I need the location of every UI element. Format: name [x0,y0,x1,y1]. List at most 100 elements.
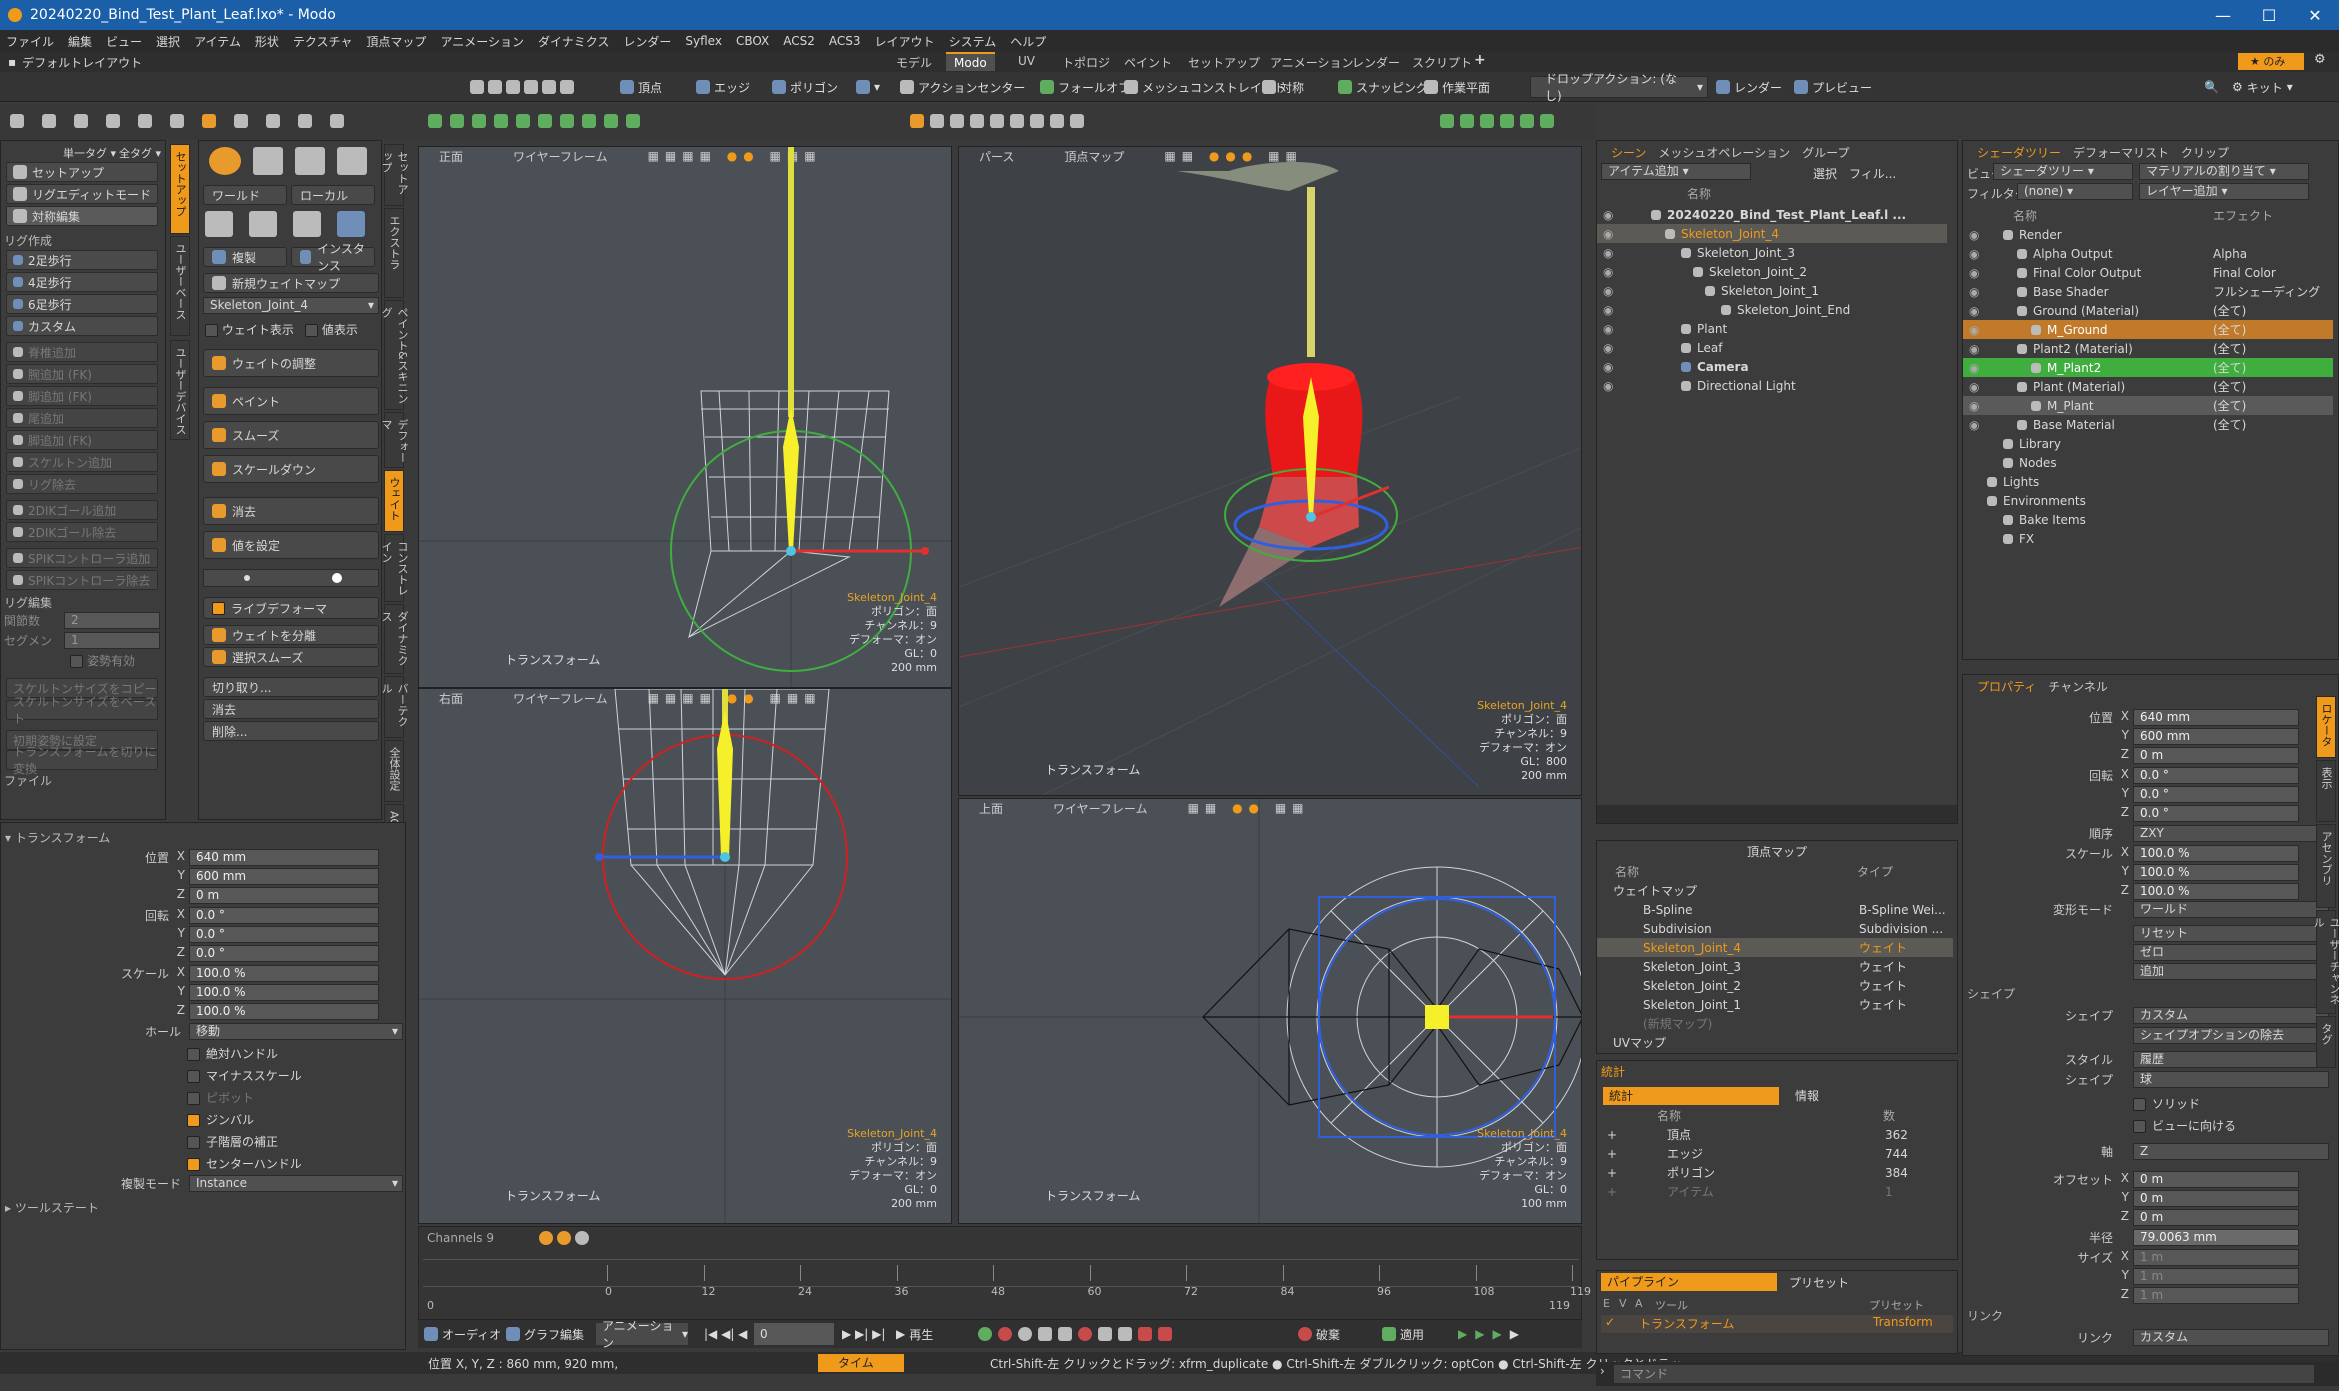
select-button[interactable]: 選択 [1813,165,1837,182]
menu-item[interactable]: 頂点マップ [366,33,426,50]
scene-tab[interactable]: グループ [1802,144,1849,161]
eye-icon[interactable]: ◉ [1603,284,1613,298]
rig-mode-button[interactable]: セットアップ [6,162,158,182]
cut-button[interactable]: 切り取り... [203,677,379,697]
menu-item[interactable]: レンダー [623,33,671,50]
shader-tab[interactable]: クリップ [2181,144,2229,161]
tool-vtab[interactable]: 全体設定 [384,740,404,802]
shader-row[interactable]: Library [1963,434,2333,453]
play-button[interactable]: ▶ 再生 [896,1323,933,1345]
vmap-row[interactable]: Skeleton_Joint_4 ウェイト [1597,938,1953,957]
animation-select[interactable]: アニメーション ▾ [596,1319,688,1350]
stats-tab[interactable]: 統計 [1603,1087,1779,1105]
scene-item[interactable]: ◉ Skeleton_Joint_End [1597,300,1947,319]
transport-fwd-icons[interactable]: ▶ ▶| ▶| [842,1323,885,1345]
tool-vtab[interactable]: セットアップ [380,144,409,206]
rig-create-item[interactable]: 脚追加 (FK) [6,430,158,450]
tool-vtab[interactable]: ダイナミクス [380,604,409,674]
value-field[interactable]: 0.0 ° [2133,805,2299,822]
transform-icons[interactable] [205,211,365,237]
all-tag-dropdown[interactable]: 全タグ ▾ [119,145,161,161]
scale-down-button[interactable]: スケールダウン [203,455,379,483]
live-deformer-toggle[interactable]: ライブデフォーマ [203,597,379,619]
rig-mode-button[interactable]: 対称編集 [6,206,158,226]
vmap-row[interactable]: (新規マップ) [1597,1014,1953,1033]
scene-scrollbar[interactable] [1597,805,1957,823]
world-button[interactable]: ワールド [203,185,287,205]
layout-icon-row[interactable] [1440,110,1554,132]
prop-toggle[interactable]: ソリッド [2133,1095,2200,1112]
new-weight-map-button[interactable]: 新規ウェイトマップ [203,273,379,293]
menu-item[interactable]: ヘルプ [1010,33,1046,50]
layout-icon[interactable]: ▪ [8,55,16,69]
viewport-front[interactable]: 正面 ワイヤーフレーム ▦▦▦▦ ●● ▦▦▦ Skeleton_Joint_4 ポリ… [418,146,952,688]
transform-reset-button[interactable]: トランスフォームを切りに変換 [6,745,158,776]
expand-icon[interactable]: + [1607,1128,1617,1142]
transport-back-icons[interactable]: |◀ ◀| ◀ [704,1323,747,1345]
pipeline-tab[interactable]: パイプライン [1601,1273,1777,1291]
menu-item[interactable]: 形状 [255,33,279,50]
value-field[interactable]: 0 m [2133,1171,2299,1188]
paint-button[interactable]: ペイント [203,387,379,415]
vmap-row[interactable]: Skeleton_Joint_3 ウェイト [1597,957,1953,976]
dup-mode-select[interactable]: Instance ▾ [189,1175,403,1192]
scene-item[interactable]: ◉ Directional Light [1597,376,1947,395]
props-tab[interactable]: チャンネル [2048,678,2108,695]
layout-tab[interactable]: ペイント [1116,52,1180,71]
audio-button[interactable]: オーディオ [424,1323,501,1345]
local-button[interactable]: ローカル [291,185,375,205]
hold-select[interactable]: 移動 ▾ [189,1023,403,1040]
value-field[interactable]: 1 m [2133,1268,2299,1285]
prop-select[interactable]: 球 [2133,1071,2329,1088]
info-tab[interactable]: 情報 [1795,1087,1819,1104]
tool-mode-icons[interactable] [205,147,375,183]
layout-tab[interactable]: レンダー [1344,52,1408,71]
tool-vtab[interactable]: コンストレイン [380,534,409,602]
viewport-top[interactable]: 上面 ワイヤーフレーム ▦▦ ●● ▦▦ Skeleton_Joint_4 ポリゴン：… [958,798,1582,1224]
material-assign-select[interactable]: マテリアルの割り当て ▾ [2139,163,2309,180]
add-layer-select[interactable]: レイヤー追加 ▾ [2139,183,2309,200]
viewport-right[interactable]: 右面 ワイヤーフレーム ▦▦▦▦ ●● ▦▦▦ Skeleton_Joint_4 ポリ… [418,688,952,1224]
vertex-mode-button[interactable]: 頂点 [620,76,662,98]
props-vtab[interactable]: 表示 [2316,760,2336,822]
value-field[interactable]: 100.0 % [2133,845,2299,862]
value-field[interactable]: 0.0 ° [189,907,379,924]
menu-item[interactable]: レイアウト [875,33,935,50]
expand-icon[interactable]: + [1607,1166,1617,1180]
tool-vtab[interactable]: エクストラ [384,208,404,298]
shader-eye-icon[interactable]: ◉ [1969,228,1979,242]
eye-icon[interactable]: ◉ [1603,322,1613,336]
shader-eye-icon[interactable]: ◉ [1969,266,1979,280]
stats-tab-label[interactable]: 統計 [1601,1063,1625,1080]
shader-eye-icon[interactable]: ◉ [1969,304,1979,318]
scene-tab[interactable]: メッシュオペレーション [1658,144,1790,161]
menu-item[interactable]: アニメーション [440,33,524,50]
shader-eye-icon[interactable]: ◉ [1969,418,1979,432]
single-tag-dropdown[interactable]: 単一タグ ▾ [63,145,116,161]
tool-vtab[interactable]: ウェイト [384,470,404,532]
rig-create-item[interactable]: 2DIKゴール追加 [6,500,158,520]
pipeline-row[interactable]: ✓ トランスフォーム Transform [1601,1315,1953,1333]
left-icon-row[interactable] [10,110,344,132]
props-vtab[interactable]: ロケータ [2316,696,2336,758]
add-tab-button[interactable]: + [1474,52,1486,68]
stats-row[interactable]: + 頂点 362 [1597,1125,1953,1144]
vmap-row[interactable]: Subdivision Subdivision ... [1597,919,1953,938]
apply-button[interactable]: 適用 [1382,1323,1424,1345]
falloff-button[interactable]: フォールオフ [1040,76,1130,98]
rig-create-item[interactable]: スケルトン追加 [6,452,158,472]
vmap-row[interactable]: Skeleton_Joint_1 ウェイト [1597,995,1953,1014]
transform-option[interactable]: マイナススケール [187,1067,302,1084]
rig-vtab[interactable]: ユーザーデバイス [170,340,190,440]
discard-button[interactable]: 破棄 [1298,1323,1340,1345]
props-vtab[interactable]: ユーザーチャンネル [2312,910,2339,1014]
segment-field[interactable]: 1 [64,632,160,649]
vmap-row[interactable]: ウェイトマップ [1597,881,1953,900]
prop-zero-select[interactable]: ゼロ [2133,944,2329,961]
prop-select[interactable]: ワールド [2133,901,2329,918]
eye-icon[interactable]: ◉ [1603,379,1613,393]
joint-count-field[interactable]: 2 [64,612,160,629]
rig-create-item[interactable]: 6足歩行 [6,294,158,314]
erase-button[interactable]: 消去 [203,497,379,525]
snapping-button[interactable]: スナッピング [1338,76,1428,98]
